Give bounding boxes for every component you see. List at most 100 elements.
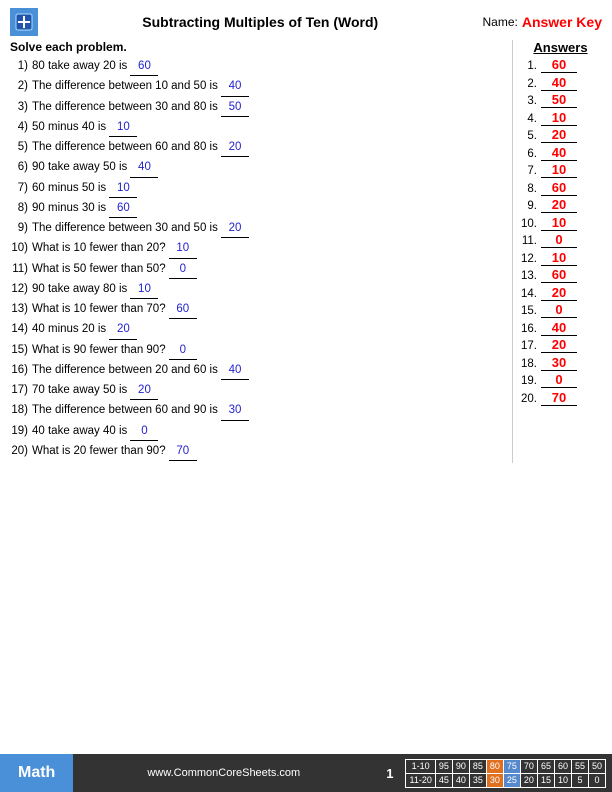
problem-row: 6)90 take away 50 is 40 (10, 159, 507, 177)
problem-text: 40 take away 40 is 0 (32, 423, 507, 441)
footer-stat-cell: 85 (469, 759, 486, 773)
answer-row: 7.10 (519, 162, 602, 178)
answer-blank: 50 (221, 99, 249, 117)
answer-value: 0 (541, 302, 577, 318)
answer-num: 19. (519, 375, 541, 387)
answers-panel: Answers 1.602.403.504.105.206.407.108.60… (512, 40, 602, 463)
answer-row: 13.60 (519, 267, 602, 283)
answer-num: 2. (519, 78, 541, 90)
answer-blank: 20 (109, 321, 137, 339)
answer-num: 12. (519, 253, 541, 265)
answer-blank: 0 (169, 261, 197, 279)
answer-blank: 70 (169, 443, 197, 461)
answer-value: 10 (541, 250, 577, 266)
problem-row: 13)What is 10 fewer than 70? 60 (10, 301, 507, 319)
footer-stat-cell: 50 (588, 759, 605, 773)
problem-text: The difference between 30 and 50 is 20 (32, 220, 507, 238)
problem-number: 10) (10, 240, 32, 257)
answer-num: 15. (519, 305, 541, 317)
footer-stat-cell: 90 (452, 759, 469, 773)
problem-row: 10)What is 10 fewer than 20? 10 (10, 240, 507, 258)
answer-value: 40 (541, 320, 577, 336)
problem-number: 20) (10, 443, 32, 460)
problem-text: The difference between 30 and 80 is 50 (32, 99, 507, 117)
answer-row: 17.20 (519, 337, 602, 353)
problem-number: 4) (10, 119, 32, 136)
answer-num: 4. (519, 113, 541, 125)
answer-num: 3. (519, 95, 541, 107)
answer-blank: 20 (221, 139, 249, 157)
problem-number: 14) (10, 321, 32, 338)
problem-row: 18)The difference between 60 and 90 is 3… (10, 402, 507, 420)
problem-text: The difference between 60 and 80 is 20 (32, 139, 507, 157)
solve-label: Solve each problem. (10, 40, 507, 54)
footer-math-label: Math (0, 754, 73, 792)
answer-row: 10.10 (519, 215, 602, 231)
answer-value: 0 (541, 372, 577, 388)
problem-number: 5) (10, 139, 32, 156)
answer-blank: 20 (221, 220, 249, 238)
problem-text: What is 90 fewer than 90? 0 (32, 342, 507, 360)
answer-blank: 10 (130, 281, 158, 299)
answer-key-label: Answer Key (522, 14, 602, 30)
answer-num: 8. (519, 183, 541, 195)
problem-number: 8) (10, 200, 32, 217)
problem-text: What is 50 fewer than 50? 0 (32, 261, 507, 279)
problem-row: 20)What is 20 fewer than 90? 70 (10, 443, 507, 461)
problem-number: 17) (10, 382, 32, 399)
answer-value: 20 (541, 127, 577, 143)
answer-num: 7. (519, 165, 541, 177)
answer-row: 6.40 (519, 145, 602, 161)
answer-row: 12.10 (519, 250, 602, 266)
problem-number: 1) (10, 58, 32, 75)
answer-value: 0 (541, 232, 577, 248)
problem-row: 11)What is 50 fewer than 50? 0 (10, 261, 507, 279)
problem-number: 7) (10, 180, 32, 197)
answer-num: 11. (519, 235, 541, 247)
answer-row: 8.60 (519, 180, 602, 196)
answer-value: 60 (541, 180, 577, 196)
answer-num: 18. (519, 358, 541, 370)
problem-text: 80 take away 20 is 60 (32, 58, 507, 76)
problem-row: 7)60 minus 50 is 10 (10, 180, 507, 198)
answer-row: 16.40 (519, 320, 602, 336)
answers-title: Answers (519, 40, 602, 55)
problem-text: The difference between 10 and 50 is 40 (32, 78, 507, 96)
problem-row: 14)40 minus 20 is 20 (10, 321, 507, 339)
problem-number: 18) (10, 402, 32, 419)
page-title: Subtracting Multiples of Ten (Word) (46, 14, 475, 30)
problem-text: What is 10 fewer than 20? 10 (32, 240, 507, 258)
footer-stat-cell: 5 (571, 773, 588, 787)
footer-stat-cell: 75 (503, 759, 520, 773)
footer-stat-cell: 20 (520, 773, 537, 787)
answer-blank: 40 (130, 159, 158, 177)
footer: Math www.CommonCoreSheets.com 1 1-109590… (0, 754, 612, 792)
answer-row: 20.70 (519, 390, 602, 406)
problem-text: 90 minus 30 is 60 (32, 200, 507, 218)
answer-blank: 40 (221, 78, 249, 96)
answer-blank: 40 (221, 362, 249, 380)
answer-value: 60 (541, 57, 577, 73)
footer-stat-cell: 10 (554, 773, 571, 787)
footer-stat-cell: 0 (588, 773, 605, 787)
answer-num: 5. (519, 130, 541, 142)
problem-row: 15)What is 90 fewer than 90? 0 (10, 342, 507, 360)
answer-value: 40 (541, 75, 577, 91)
answer-blank: 10 (109, 119, 137, 137)
answer-row: 9.20 (519, 197, 602, 213)
problem-row: 4)50 minus 40 is 10 (10, 119, 507, 137)
answer-value: 20 (541, 285, 577, 301)
problem-text: 90 take away 80 is 10 (32, 281, 507, 299)
footer-stat-cell: 65 (537, 759, 554, 773)
problem-row: 12)90 take away 80 is 10 (10, 281, 507, 299)
problem-number: 19) (10, 423, 32, 440)
answer-value: 20 (541, 337, 577, 353)
answer-row: 2.40 (519, 75, 602, 91)
problem-row: 16)The difference between 20 and 60 is 4… (10, 362, 507, 380)
problem-text: 90 take away 50 is 40 (32, 159, 507, 177)
answer-value: 30 (541, 355, 577, 371)
problem-number: 16) (10, 362, 32, 379)
problem-number: 6) (10, 159, 32, 176)
problem-row: 9)The difference between 30 and 50 is 20 (10, 220, 507, 238)
answer-num: 6. (519, 148, 541, 160)
